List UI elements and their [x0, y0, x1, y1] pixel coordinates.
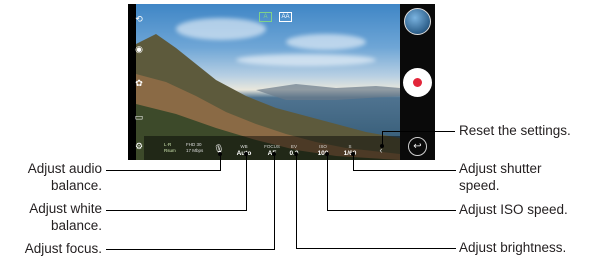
iso-leader — [327, 154, 328, 211]
brightness-dot — [294, 152, 298, 156]
bitrate-label: 17 Mbps — [186, 148, 204, 153]
shutter-speed-value: 1/60 — [343, 150, 357, 157]
iso-control[interactable]: ISO 100 — [314, 144, 332, 157]
right-control-bar: ↩ — [400, 4, 435, 160]
iso-value: 100 — [317, 150, 329, 157]
audio-leader — [106, 170, 220, 171]
audio-level-info: L·R Rsum — [164, 142, 176, 154]
focus-dot — [272, 152, 276, 156]
audio-callout: Adjust audio balance. — [8, 160, 102, 194]
focus-callout: Adjust focus. — [24, 241, 102, 256]
camera-screen: ⟲ ◉ ✿ ▭ ⚙ A AA L·R Rsum FHD 30 17 Mbps 🎙… — [128, 4, 435, 160]
audio-callout-line2: balance. — [50, 178, 102, 193]
settings-icon[interactable]: ⚙ — [134, 141, 144, 151]
focus-leader — [274, 154, 275, 250]
shutter-leader — [353, 170, 456, 171]
wb-callout: Adjust white balance. — [8, 200, 102, 234]
mode-auto-pill[interactable]: A — [259, 12, 272, 22]
record-button[interactable] — [403, 68, 432, 97]
iso-dot — [325, 152, 329, 156]
resolution-info: FHD 30 17 Mbps — [186, 142, 203, 154]
wb-leader — [246, 154, 247, 211]
shutter-speed-label: S — [348, 144, 352, 149]
shutter-callout-line1: Adjust shutter — [459, 161, 542, 176]
wb-label: WB — [240, 144, 248, 149]
ev-label: EV — [290, 144, 297, 149]
camera-icon[interactable]: ◉ — [134, 44, 144, 54]
wb-callout-line2: balance. — [50, 218, 102, 233]
wb-callout-line1: Adjust white — [29, 201, 102, 216]
shutter-dot — [351, 152, 355, 156]
camera-flip-icon[interactable]: ⟲ — [134, 14, 144, 24]
iso-label: ISO — [319, 144, 327, 149]
audio-leader — [220, 154, 221, 171]
focus-leader — [106, 249, 274, 250]
shutter-callout-line2: speed. — [459, 178, 500, 193]
reset-callout: Reset the settings. — [459, 123, 571, 138]
shutter-speed-control[interactable]: S 1/60 — [340, 144, 360, 157]
reset-leader — [382, 131, 455, 132]
effects-icon[interactable]: ✿ — [134, 78, 144, 88]
audio-level-value: Rsum — [164, 148, 176, 153]
focus-label: FOCUS — [264, 144, 280, 149]
iso-leader — [327, 210, 456, 211]
brightness-leader — [296, 248, 456, 249]
shutter-leader — [353, 154, 354, 171]
iso-callout: Adjust ISO speed. — [459, 202, 568, 217]
mode-multi-pill[interactable]: AA — [279, 12, 292, 22]
audio-dot — [218, 152, 222, 156]
brightness-leader — [296, 154, 297, 249]
wb-dot — [244, 152, 248, 156]
back-icon[interactable]: ↩ — [408, 137, 427, 156]
audio-callout-line1: Adjust audio — [27, 161, 102, 176]
shutter-callout: Adjust shutter speed. — [459, 160, 542, 194]
reset-dot — [380, 144, 384, 148]
gallery-thumbnail[interactable] — [404, 8, 431, 35]
wb-leader — [106, 210, 246, 211]
viewfinder-photo — [136, 4, 400, 160]
brightness-callout: Adjust brightness. — [459, 240, 567, 255]
video-icon[interactable]: ▭ — [134, 112, 144, 122]
